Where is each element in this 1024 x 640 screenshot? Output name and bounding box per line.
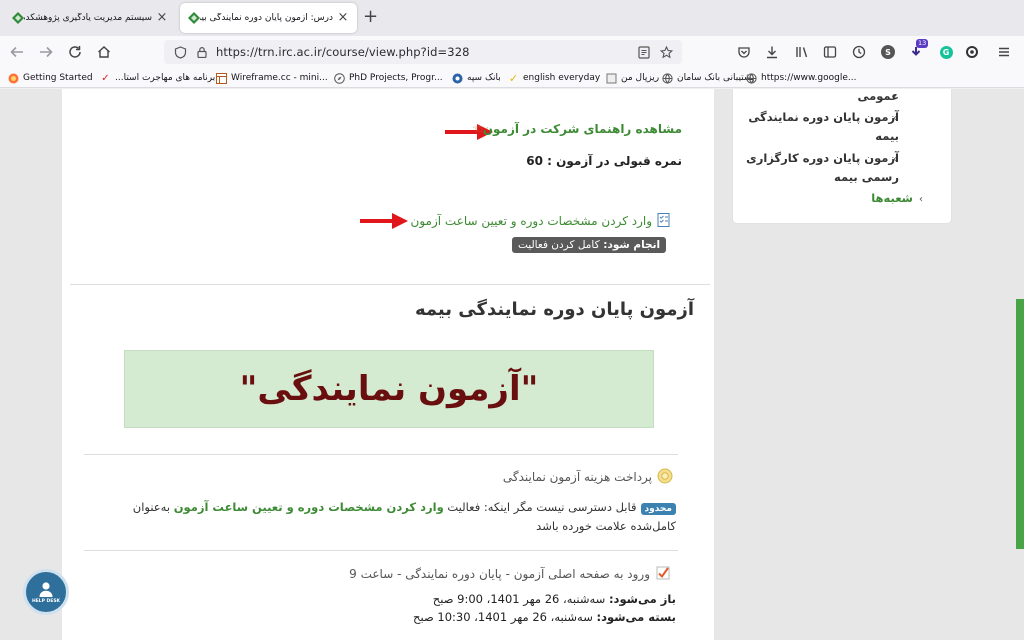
home-icon: [98, 46, 110, 58]
exam-open-date: باز می‌شود: سه‌شنبه، 26 مهر 1401، 9:00 ص…: [432, 592, 676, 606]
tab-title: سیستم مدیریت یادگیری پژوهشکده بیمه: [24, 13, 152, 23]
sidebar-item-general[interactable]: عمومی: [857, 89, 899, 106]
history-button[interactable]: [849, 42, 869, 62]
chevron-left-icon[interactable]: ‹: [919, 194, 923, 205]
navigation-bar: https://trn.irc.ac.ir/course/view.php?id…: [0, 36, 1024, 68]
reload-button[interactable]: [65, 42, 85, 62]
completion-badge: انجام شود: کامل کردن فعالیت: [512, 237, 667, 253]
restriction-text: محدودقابل دسترسی نیست مگر اینکه: فعالیت …: [133, 500, 676, 515]
shield-icon[interactable]: [172, 44, 188, 60]
help-desk-button[interactable]: HELP DESK: [23, 569, 69, 615]
globe-icon: [662, 72, 673, 84]
check-yellow-icon: ✓: [508, 71, 519, 85]
bookmark-english-everyday[interactable]: ✓ english everyday: [508, 71, 600, 85]
bookmark-phd-projects[interactable]: PhD Projects, Progr...: [334, 71, 443, 85]
compass-icon: [334, 72, 345, 84]
downloads-button[interactable]: [762, 42, 782, 62]
box-icon: [606, 73, 617, 84]
guide-link[interactable]: مشاهده راهنمای شرکت در آزمون☜: [472, 122, 682, 136]
star-icon[interactable]: [658, 44, 674, 60]
account-avatar[interactable]: S: [878, 42, 898, 62]
bookmark-immigration[interactable]: ✓ برنامه های مهاجرت استا...: [100, 71, 215, 85]
activity-divider: [84, 454, 678, 455]
bookmark-google[interactable]: https://www.google...: [746, 71, 856, 85]
restriction-text-line2: کامل‌شده علامت خورده باشد: [536, 519, 676, 533]
scrollbar-thumb[interactable]: [1016, 299, 1024, 549]
grammarly-icon: G: [939, 45, 953, 59]
sidebar-item-branches[interactable]: شعبه‌ها: [871, 189, 913, 208]
pocket-icon: [738, 47, 750, 58]
menu-button[interactable]: [994, 42, 1014, 62]
forward-button[interactable]: [36, 42, 56, 62]
bookmarks-toolbar: Getting Started ✓ برنامه های مهاجرت استا…: [0, 68, 1024, 88]
check-red-icon: ✓: [101, 72, 110, 84]
agency-exam-banner: "آزمون نمایندگی": [124, 350, 654, 428]
section-title: آزمون پایان دوره نمایندگی بیمه: [414, 299, 694, 320]
sidebar-icon: [823, 46, 837, 58]
exam-close-date: بسته می‌شود: سه‌شنبه، 26 مهر 1401، 10:30…: [413, 610, 676, 624]
url-text[interactable]: https://trn.irc.ac.ir/course/view.php?id…: [216, 45, 470, 59]
target-icon: [966, 46, 978, 58]
red-arrow-icon: [360, 213, 408, 229]
restricted-tag: محدود: [640, 503, 676, 515]
avatar-letter: S: [881, 45, 895, 59]
section-divider: [70, 284, 710, 285]
sidebar-toggle-button[interactable]: [820, 42, 840, 62]
arrow-right-icon: [40, 46, 53, 58]
reader-view-icon[interactable]: [636, 44, 652, 60]
activity-link[interactable]: وارد کردن مشخصات دوره و تعیین ساعت آزمون: [411, 214, 652, 228]
library-button[interactable]: [792, 42, 812, 62]
web-page: ‹ عمومی ‹ آزمون پایان دوره نمایندگی بیمه …: [0, 89, 1024, 640]
bookmark-bank-sepah[interactable]: بانک سپه: [452, 71, 501, 85]
arrow-left-icon: [10, 46, 23, 58]
pocket-button[interactable]: [734, 42, 754, 62]
back-button[interactable]: [7, 42, 27, 62]
extension-badge: 13: [916, 39, 929, 48]
irc-logo-icon: [12, 12, 24, 24]
irc-logo-icon: [188, 12, 200, 24]
wireframe-icon: [216, 72, 227, 84]
sidebar-item-agency-exam[interactable]: آزمون پایان دوره نمایندگی بیمه: [748, 108, 899, 146]
tab-title: درس: آزمون پایان دوره نمایندگی بیمه و ک: [200, 13, 333, 23]
extension-button-2[interactable]: [962, 42, 982, 62]
payment-activity-link[interactable]: پرداخت هزینه آزمون نمایندگی: [503, 470, 652, 484]
quiz-checkmark-icon: [656, 566, 670, 580]
bookmark-wireframe[interactable]: Wireframe.cc - mini...: [216, 71, 328, 85]
library-icon: [796, 47, 808, 58]
new-tab-button[interactable]: +: [363, 8, 378, 26]
extension-button[interactable]: 13: [906, 39, 929, 62]
url-bar[interactable]: https://trn.irc.ac.ir/course/view.php?id…: [164, 40, 682, 64]
help-desk-label: HELP DESK: [31, 599, 61, 604]
hamburger-menu-icon: [999, 47, 1009, 57]
sidebar-item-broker-exam[interactable]: آزمون پایان دوره کارگزاری رسمی بیمه: [746, 149, 899, 187]
bookmark-rizpal[interactable]: ریزپال من: [606, 71, 659, 85]
close-icon[interactable]: ×: [156, 11, 168, 24]
close-icon[interactable]: ×: [337, 11, 349, 24]
course-navigation-panel: ‹ عمومی ‹ آزمون پایان دوره نمایندگی بیمه …: [732, 89, 952, 224]
grammarly-button[interactable]: G: [936, 42, 956, 62]
reload-icon: [69, 46, 81, 58]
bank-icon: [452, 73, 463, 84]
lock-icon[interactable]: [194, 44, 210, 60]
coin-icon: [657, 468, 673, 484]
restriction-link[interactable]: وارد کردن مشخصات دوره و تعیین ساعت آزمون: [174, 500, 444, 514]
exam-activity-link[interactable]: ورود به صفحه اصلی آزمون - پایان دوره نما…: [349, 567, 650, 581]
firefox-icon: [8, 73, 19, 84]
home-button[interactable]: [94, 42, 114, 62]
bookmark-getting-started[interactable]: Getting Started: [8, 71, 93, 85]
globe-icon: [746, 72, 757, 84]
tab-course[interactable]: درس: آزمون پایان دوره نمایندگی بیمه و ک …: [180, 3, 357, 33]
download-icon: [767, 46, 777, 59]
tab-lms[interactable]: سیستم مدیریت یادگیری پژوهشکده بیمه ×: [4, 3, 176, 33]
user-support-icon: [39, 582, 53, 597]
clock-icon: [852, 45, 866, 59]
activity-divider: [84, 550, 678, 551]
tab-strip: سیستم مدیریت یادگیری پژوهشکده بیمه × درس…: [0, 0, 1024, 36]
pass-score: نمره قبولی در آزمون : 60: [526, 154, 682, 168]
pointing-hand-icon: ☜: [472, 122, 483, 136]
banner-text: "آزمون نمایندگی": [239, 369, 539, 409]
bookmark-saman-support[interactable]: پشتیبانی بانک سامان: [662, 71, 754, 85]
checklist-icon: [657, 213, 670, 227]
